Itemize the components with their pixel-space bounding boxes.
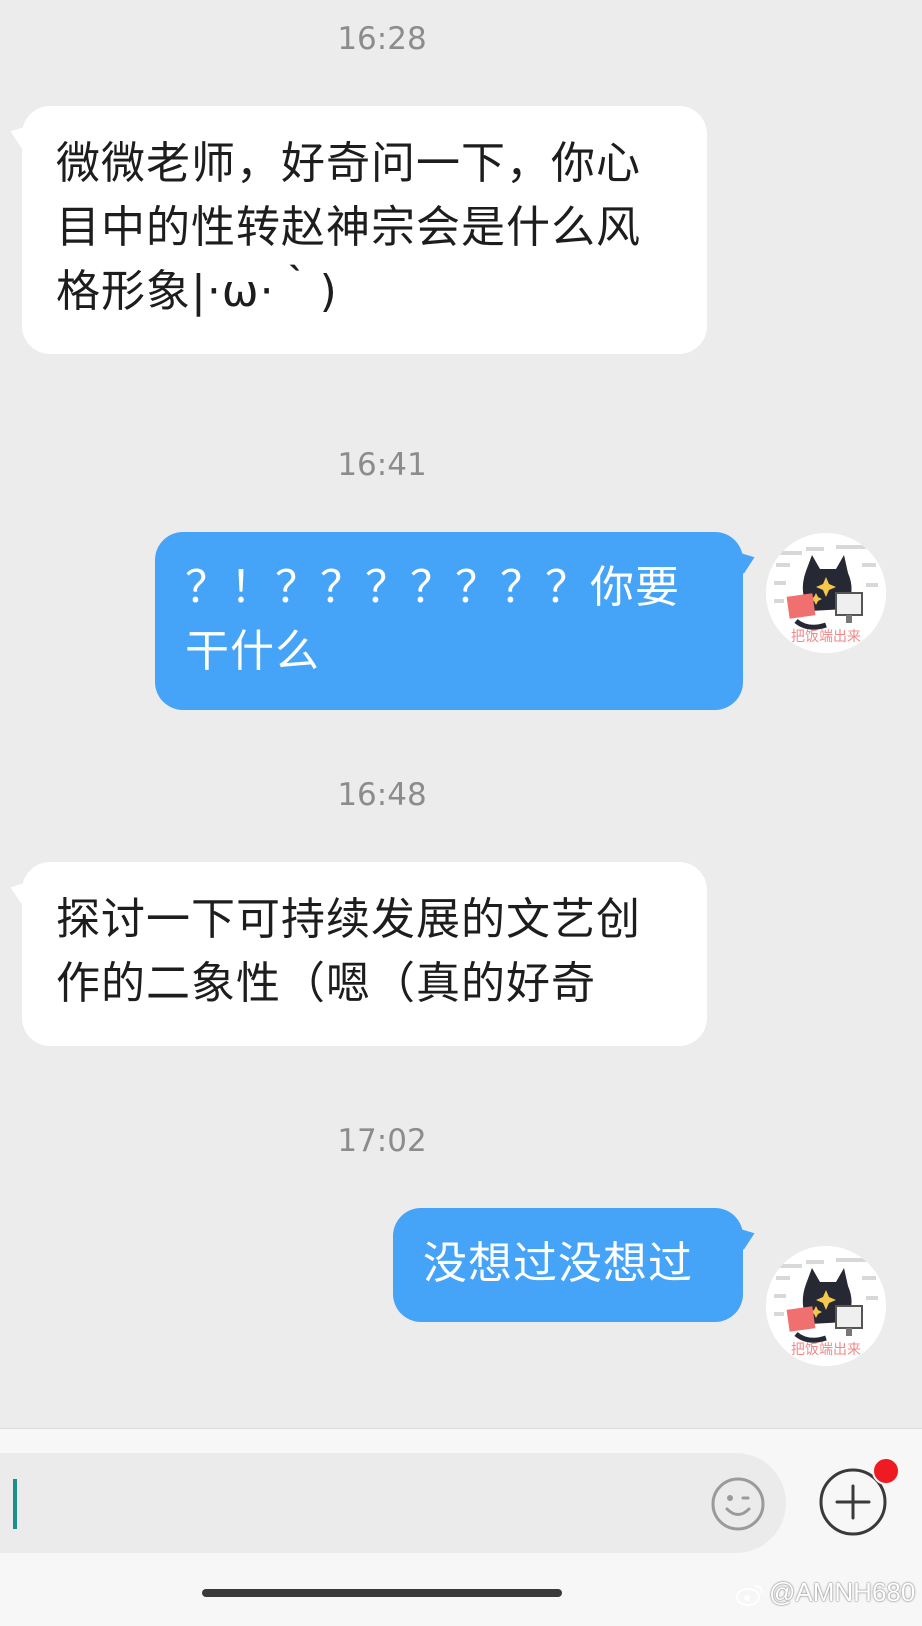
message-text: 没想过没想过 — [423, 1238, 693, 1289]
svg-text:把饭端出来: 把饭端出来 — [791, 629, 861, 645]
avatar-cat-icon: 把饭端出来 — [766, 1246, 886, 1366]
message-text: 探讨一下可持续发展的文艺创作的二象性（嗯（真的好奇 — [56, 894, 641, 1009]
svg-text:把饭端出来: 把饭端出来 — [791, 1342, 861, 1358]
avatar-cat-icon: 把饭端出来 — [766, 533, 886, 653]
weibo-icon — [736, 1585, 763, 1607]
notification-badge — [872, 1457, 900, 1485]
avatar[interactable]: 把饭端出来 — [766, 1246, 886, 1366]
message-text: ？！？？？？？？？你要干什么 — [185, 562, 680, 677]
timestamp: 17:02 — [337, 1123, 427, 1159]
message-input-bar: @AMNH680 — [0, 1428, 922, 1626]
message-input[interactable] — [0, 1453, 786, 1553]
timestamp: 16:48 — [337, 777, 427, 813]
text-caret — [13, 1479, 17, 1529]
incoming-message-bubble[interactable]: 探讨一下可持续发展的文艺创作的二象性（嗯（真的好奇 — [22, 862, 707, 1046]
outgoing-message-bubble[interactable]: ？！？？？？？？？你要干什么 — [155, 532, 743, 710]
home-indicator[interactable] — [202, 1589, 562, 1597]
timestamp: 16:28 — [337, 21, 427, 57]
timestamp: 16:41 — [337, 447, 427, 483]
message-text: 微微老师，好奇问一下，你心目中的性转赵神宗会是什么风格形象|·ω·｀) — [56, 138, 641, 317]
incoming-message-bubble[interactable]: 微微老师，好奇问一下，你心目中的性转赵神宗会是什么风格形象|·ω·｀) — [22, 106, 707, 354]
watermark-text: @AMNH680 — [769, 1577, 916, 1607]
watermark: @AMNH680 — [735, 1577, 915, 1608]
avatar[interactable]: 把饭端出来 — [766, 533, 886, 653]
smiley-icon[interactable] — [710, 1476, 766, 1532]
chat-area: 16:28 微微老师，好奇问一下，你心目中的性转赵神宗会是什么风格形象|·ω·｀… — [0, 0, 922, 1428]
outgoing-message-bubble[interactable]: 没想过没想过 — [393, 1208, 743, 1322]
